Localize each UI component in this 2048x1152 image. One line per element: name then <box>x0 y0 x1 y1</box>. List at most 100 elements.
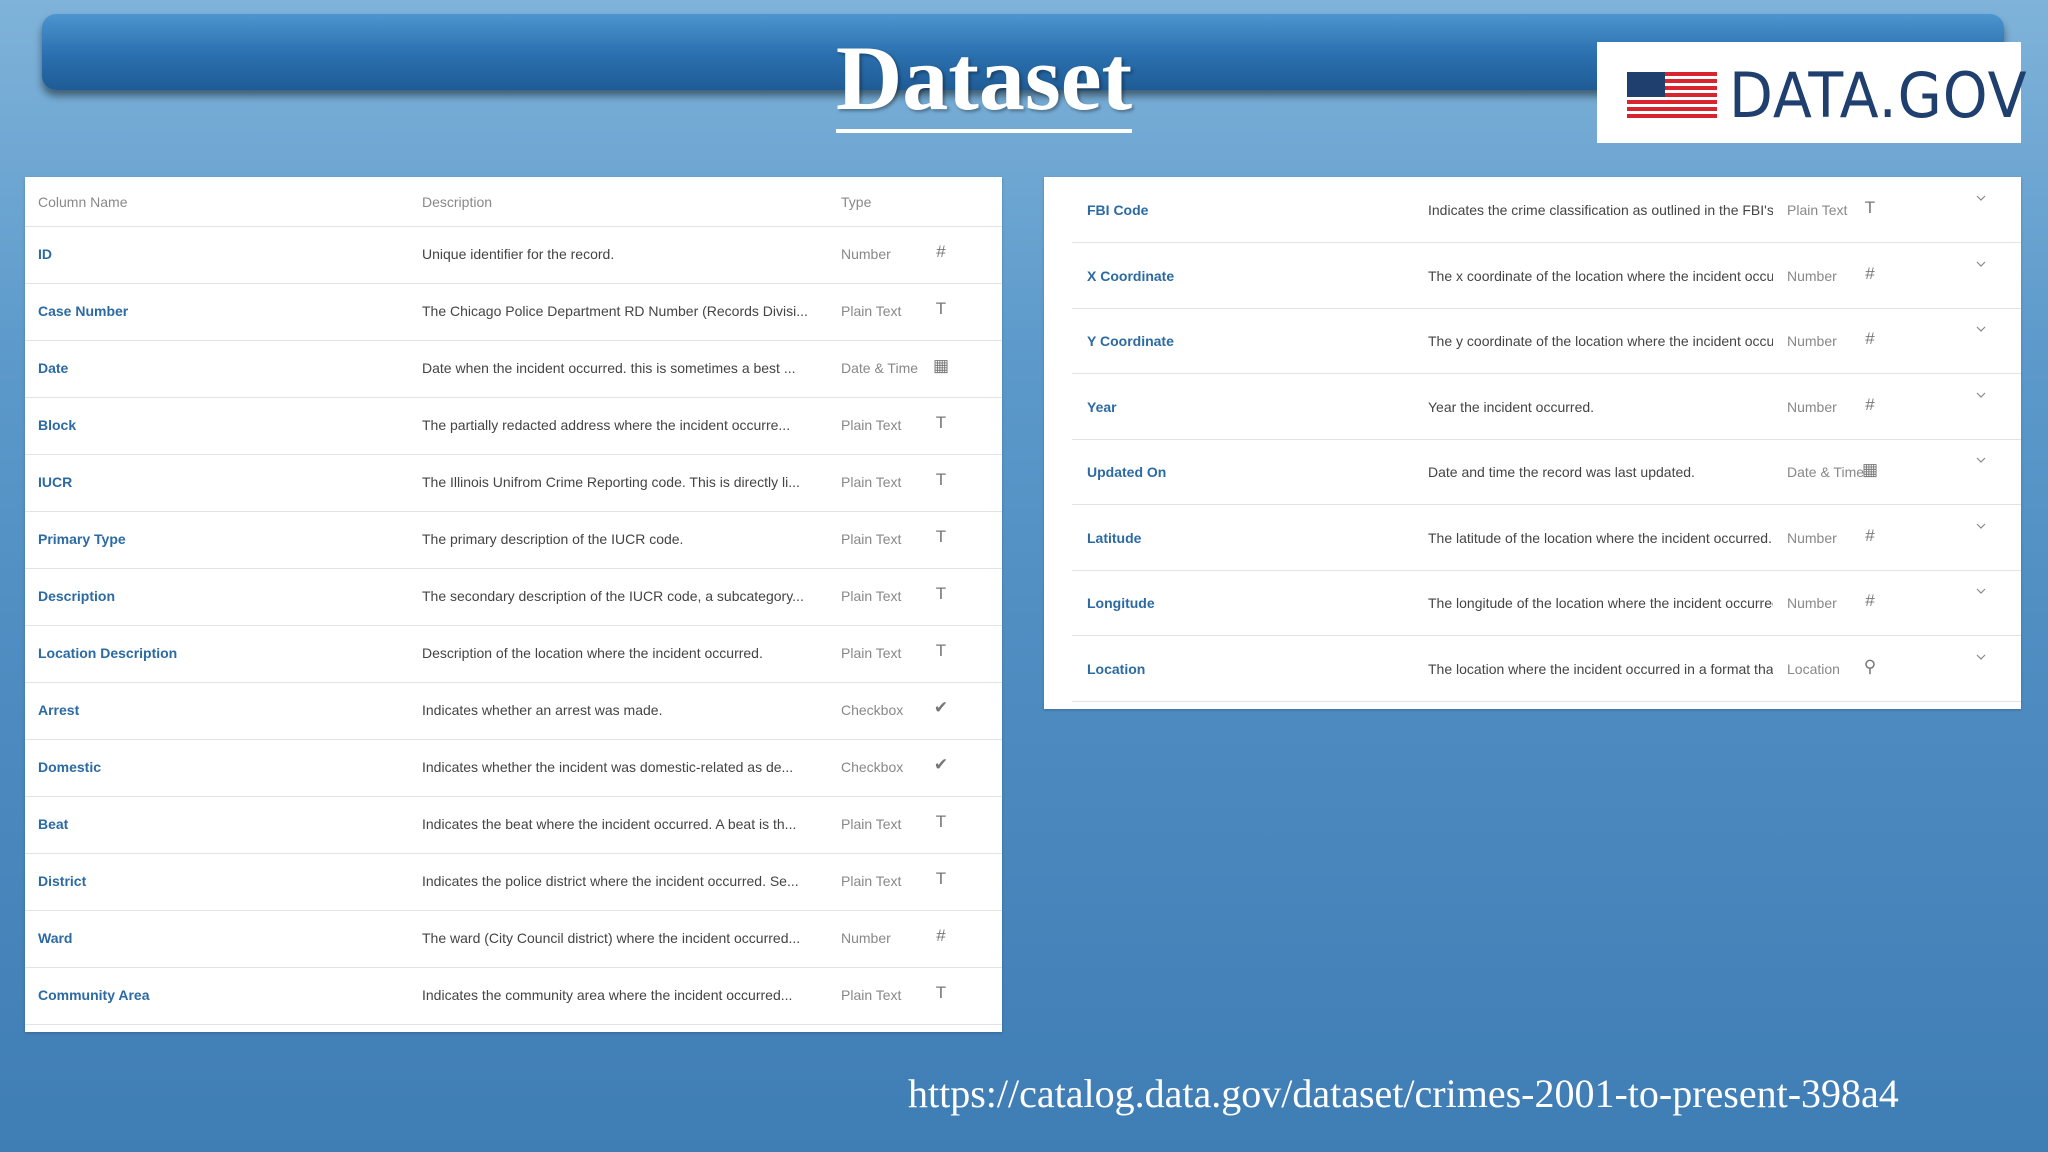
column-description: The location where the incident occurred… <box>1428 660 1773 677</box>
column-name[interactable]: Latitude <box>1087 530 1141 546</box>
header-type: Type <box>841 194 872 210</box>
table-row[interactable]: Case Number The Chicago Police Department… <box>25 283 1002 341</box>
column-name[interactable]: X Coordinate <box>1087 268 1174 284</box>
column-name[interactable]: Updated On <box>1087 464 1166 480</box>
table-row[interactable]: Primary Type The primary description of t… <box>25 511 1002 569</box>
table-row[interactable]: Location Description Description of the l… <box>25 625 1002 683</box>
column-name[interactable]: Year <box>1087 399 1117 415</box>
column-type: Number <box>1787 398 1837 415</box>
type-icon: # <box>1865 329 1875 348</box>
table-row[interactable]: Y Coordinate The y coordinate of the loca… <box>1072 308 2021 374</box>
column-name[interactable]: Beat <box>38 816 68 832</box>
column-name[interactable]: Community Area <box>38 987 150 1003</box>
column-type: Checkbox <box>841 702 904 718</box>
table-row[interactable]: ID Unique identifier for the record. Numbe… <box>25 226 1002 284</box>
column-type: Plain Text <box>841 588 902 604</box>
column-description: The partially redacted address where the… <box>422 417 791 433</box>
column-type: Location <box>1787 660 1840 677</box>
column-description: Date when the incident occurred. this is… <box>422 360 796 376</box>
header-description: Description <box>422 194 493 210</box>
table-row[interactable]: X Coordinate The x coordinate of the loca… <box>1072 243 2021 309</box>
column-description: The longitude of the location where the … <box>1428 595 1773 611</box>
column-description: The secondary description of the IUCR co… <box>422 588 804 604</box>
table-row[interactable]: Date Date when the incident occurred. thi… <box>25 340 1002 398</box>
column-type: Plain Text <box>841 474 902 490</box>
chevron-down-icon[interactable] <box>1976 259 1986 269</box>
chevron-down-icon[interactable] <box>1976 193 1986 203</box>
table-row[interactable]: Description The secondary description of … <box>25 568 1002 626</box>
table-row[interactable]: Community Area Indicates the community ar… <box>25 967 1002 1025</box>
column-name[interactable]: Longitude <box>1087 595 1155 611</box>
column-description: Year the incident occurred. <box>1428 398 1595 415</box>
table-row[interactable]: Updated On Date and time the record was l… <box>1072 439 2021 505</box>
column-name[interactable]: Ward <box>38 930 72 946</box>
chevron-down-icon[interactable] <box>1976 455 1986 465</box>
type-icon: T <box>935 470 947 489</box>
type-icon: T <box>935 527 947 546</box>
column-name[interactable]: Description <box>38 588 115 604</box>
column-description: The Chicago Police Department RD Number … <box>422 303 808 319</box>
column-type: Plain Text <box>841 417 902 433</box>
type-icon: T <box>935 869 947 888</box>
column-name[interactable]: ID <box>38 246 52 262</box>
table-row[interactable]: Year Year the incident occurred. Number # <box>1072 374 2021 440</box>
chevron-down-icon[interactable] <box>1976 652 1986 662</box>
column-description: The ward (City Council district) where t… <box>422 930 801 946</box>
type-icon: # <box>1865 591 1875 610</box>
chevron-down-icon[interactable] <box>1976 324 1986 334</box>
table-row[interactable]: FBI Code Indicates the crime classificati… <box>1072 177 2021 243</box>
left-columns-table: Column Name Description Type ID Unique id… <box>25 177 1002 1032</box>
us-flag-icon <box>1627 72 1717 120</box>
column-type: Plain Text <box>841 303 902 319</box>
column-name[interactable]: FBI Code <box>1087 202 1148 218</box>
table-row[interactable]: Block The partially redacted address wher… <box>25 397 1002 455</box>
column-description: Indicates the police district where the … <box>422 873 799 889</box>
column-name[interactable]: Date <box>38 360 68 376</box>
chevron-down-icon[interactable] <box>1976 586 1986 596</box>
table-row[interactable]: Domestic Indicates whether the incident w… <box>25 739 1002 797</box>
column-description: Indicates whether an arrest was made. <box>422 702 663 718</box>
table-row[interactable]: Arrest Indicates whether an arrest was ma… <box>25 682 1002 740</box>
column-description: Indicates the beat where the incident oc… <box>422 816 797 832</box>
data-gov-logo: DATA.GOV <box>1597 42 2027 143</box>
column-name[interactable]: Location Description <box>38 645 177 661</box>
column-type: Number <box>841 930 891 946</box>
column-type: Plain Text <box>841 873 902 889</box>
chevron-down-icon[interactable] <box>1976 390 1986 400</box>
type-icon: ▦ <box>1861 460 1879 479</box>
header-column-name: Column Name <box>38 194 128 210</box>
column-name[interactable]: District <box>38 873 86 889</box>
type-icon: # <box>936 242 946 261</box>
chevron-down-icon[interactable] <box>1976 521 1986 531</box>
column-name[interactable]: Case Number <box>38 303 128 319</box>
table-row[interactable]: District Indicates the police district wh… <box>25 853 1002 911</box>
column-name[interactable]: Block <box>38 417 76 433</box>
type-icon: T <box>935 584 947 603</box>
table-row[interactable]: Longitude The longitude of the location w… <box>1072 570 2021 636</box>
column-name[interactable]: Y Coordinate <box>1087 333 1174 349</box>
type-icon: T <box>935 413 947 432</box>
column-description: The primary description of the IUCR code… <box>422 531 684 547</box>
column-description: Indicates the community area where the i… <box>422 987 793 1003</box>
column-description: Description of the location where the in… <box>422 645 763 661</box>
column-type: Plain Text <box>841 531 902 547</box>
table-row[interactable]: Ward The ward (City Council district) whe… <box>25 910 1002 968</box>
column-description: The latitude of the location where the i… <box>1428 529 1773 546</box>
column-description: Unique identifier for the record. <box>422 246 615 262</box>
type-icon: # <box>936 926 946 945</box>
type-icon: T <box>1864 198 1876 217</box>
column-description: The Illinois Unifrom Crime Reporting cod… <box>422 474 800 490</box>
column-description: The x coordinate of the location where t… <box>1428 267 1773 284</box>
column-type: Plain Text <box>841 987 902 1003</box>
table-row[interactable]: Beat Indicates the beat where the inciden… <box>25 796 1002 854</box>
column-name[interactable]: Primary Type <box>38 531 126 547</box>
column-name[interactable]: IUCR <box>38 474 72 490</box>
table-row[interactable]: IUCR The Illinois Unifrom Crime Reporting… <box>25 454 1002 512</box>
column-description: Date and time the record was last update… <box>1428 464 1695 480</box>
column-name[interactable]: Location <box>1087 661 1145 677</box>
table-header: Column Name Description Type <box>25 177 1002 227</box>
column-name[interactable]: Arrest <box>38 702 79 718</box>
table-row[interactable]: Location The location where the incident … <box>1072 636 2021 702</box>
table-row[interactable]: Latitude The latitude of the location whe… <box>1072 505 2021 571</box>
column-name[interactable]: Domestic <box>38 759 101 775</box>
